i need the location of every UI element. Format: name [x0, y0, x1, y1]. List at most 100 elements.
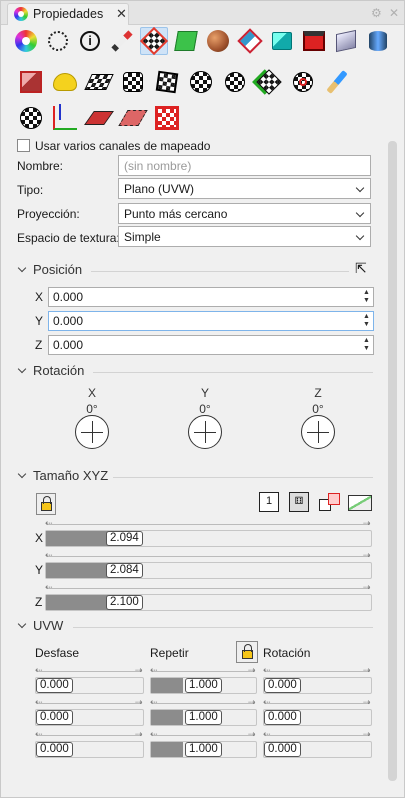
slider-value[interactable]: 2.084: [106, 563, 143, 578]
remove-checker-icon[interactable]: [288, 67, 318, 97]
box-scale-icon[interactable]: [319, 493, 341, 513]
sphere-checker-icon[interactable]: [186, 67, 216, 97]
color-wheel-icon[interactable]: [12, 27, 40, 55]
plane-dashed-icon[interactable]: [118, 103, 148, 133]
color-wheel-icon: [14, 7, 28, 21]
offset-slider-0[interactable]: 0.000: [35, 677, 144, 694]
tab-title: Propiedades: [33, 7, 104, 21]
widget-icon[interactable]: [50, 103, 80, 133]
info-icon[interactable]: i: [76, 27, 104, 55]
plane-checker-icon[interactable]: [84, 67, 114, 97]
size-z-slider[interactable]: 2.100: [45, 594, 372, 611]
mapping-grid-icon[interactable]: [236, 27, 264, 55]
add-checker-icon[interactable]: [118, 67, 148, 97]
spin-up-icon[interactable]: ▲: [362, 337, 371, 345]
range-max-icon: ⇢: [135, 665, 143, 675]
position-z-input[interactable]: 0.000 ▲ ▼: [48, 335, 374, 355]
brush-icon[interactable]: [322, 67, 352, 97]
spin-down-icon[interactable]: ▼: [362, 345, 371, 353]
green-plane-icon[interactable]: [172, 27, 200, 55]
sheet-icon[interactable]: [332, 27, 360, 55]
slider-value[interactable]: 1.000: [185, 742, 222, 757]
slider-value[interactable]: 0.000: [36, 710, 73, 725]
repeat-slider-1[interactable]: 1.000: [150, 709, 257, 726]
uvw-rotation-slider-1[interactable]: 0.000: [263, 709, 372, 726]
slider-value[interactable]: 1.000: [185, 710, 222, 725]
projection-select-value: Punto más cercano: [124, 207, 228, 221]
slider-value[interactable]: 0.000: [36, 742, 73, 757]
name-field[interactable]: (sin nombre): [118, 155, 371, 176]
box-1-icon[interactable]: 1: [259, 492, 279, 512]
position-y-value: 0.000: [53, 314, 84, 328]
slider-value[interactable]: 0.000: [264, 742, 301, 757]
slider-value[interactable]: 0.000: [264, 678, 301, 693]
pencil-icon[interactable]: [108, 27, 136, 55]
range-min-icon: ⇠: [35, 697, 43, 707]
texture-mapping-icon[interactable]: [139, 26, 169, 56]
box-checker-icon[interactable]: [152, 67, 182, 97]
lock-icon[interactable]: [236, 641, 258, 663]
chevron-down-icon: [17, 364, 27, 374]
projection-select[interactable]: Punto más cercano: [118, 203, 371, 224]
type-select[interactable]: Plano (UVW): [118, 178, 371, 199]
scrollbar[interactable]: [388, 141, 397, 781]
multi-channel-label: Usar varios canales de mapeado: [35, 139, 211, 153]
slider-value[interactable]: 2.100: [106, 595, 143, 610]
pick-cursor-icon[interactable]: ⇱: [355, 260, 367, 277]
spin-up-icon[interactable]: ▲: [362, 289, 371, 297]
rotation-y-dial[interactable]: [188, 415, 222, 449]
lock-icon[interactable]: [36, 493, 56, 515]
tab-properties[interactable]: Propiedades ✕: [7, 3, 129, 25]
box-dice-icon[interactable]: ⚅: [289, 492, 309, 512]
repeat-slider-2[interactable]: 1.000: [150, 741, 257, 758]
spin-down-icon[interactable]: ▼: [362, 297, 371, 305]
chevron-down-icon: [17, 469, 27, 479]
texture-space-select[interactable]: Simple: [118, 226, 371, 247]
rotation-title: Rotación: [33, 363, 85, 378]
spin-down-icon[interactable]: ▼: [362, 321, 371, 329]
properties-panel: Propiedades ✕ ⚙ ✕ i Usar varios canales …: [0, 0, 405, 798]
size-x-slider[interactable]: 2.094: [45, 530, 372, 547]
checker-red-icon[interactable]: [152, 103, 182, 133]
projection-label: Proyección:: [17, 207, 80, 221]
rotation-z-dial[interactable]: [301, 415, 335, 449]
slider-range-line: [47, 524, 370, 525]
position-y-input[interactable]: 0.000 ▲ ▼: [48, 311, 374, 331]
rotation-x-dial[interactable]: [75, 415, 109, 449]
range-max-icon: ⇢: [363, 729, 371, 739]
slider-value[interactable]: 2.094: [106, 531, 143, 546]
gear-icon[interactable]: ⚙: [371, 6, 382, 20]
slider-value[interactable]: 0.000: [264, 710, 301, 725]
position-z-value: 0.000: [53, 338, 84, 352]
uvw-rotation-slider-0[interactable]: 0.000: [263, 677, 372, 694]
cylinder-checker-icon[interactable]: [16, 103, 46, 133]
repeat-slider-0[interactable]: 1.000: [150, 677, 257, 694]
close-icon[interactable]: ✕: [116, 6, 127, 22]
size-y-slider[interactable]: 2.084: [45, 562, 372, 579]
circle-dashed-icon[interactable]: [44, 27, 72, 55]
position-x-input[interactable]: 0.000 ▲ ▼: [48, 287, 374, 307]
ratio-icon[interactable]: [348, 495, 372, 511]
duck-icon[interactable]: [50, 67, 80, 97]
box-teal-icon[interactable]: [268, 27, 296, 55]
slider-value[interactable]: 0.000: [36, 678, 73, 693]
offset-slider-1[interactable]: 0.000: [35, 709, 144, 726]
slider-value[interactable]: 1.000: [185, 678, 222, 693]
slider-fill: [46, 563, 111, 578]
cube-mapping-icon[interactable]: [16, 67, 46, 97]
spin-up-icon[interactable]: ▲: [362, 313, 371, 321]
uvw-rotation-slider-2[interactable]: 0.000: [263, 741, 372, 758]
plane-red-icon[interactable]: [84, 103, 114, 133]
uvw-rotation-label: Rotación: [263, 646, 311, 660]
checker-arrows-icon[interactable]: [254, 67, 284, 97]
offset-slider-2[interactable]: 0.000: [35, 741, 144, 758]
slider-fill: [151, 710, 183, 725]
add-checker-2-icon[interactable]: [220, 67, 250, 97]
cylinder-icon[interactable]: [364, 27, 392, 55]
multi-channel-checkbox[interactable]: [17, 139, 30, 152]
range-min-icon: ⇠: [45, 582, 53, 592]
close-panel-icon[interactable]: ✕: [389, 6, 399, 20]
red-panel-icon[interactable]: [300, 27, 328, 55]
sphere-texture-icon[interactable]: [204, 27, 232, 55]
size-z-label: Z: [35, 595, 43, 609]
